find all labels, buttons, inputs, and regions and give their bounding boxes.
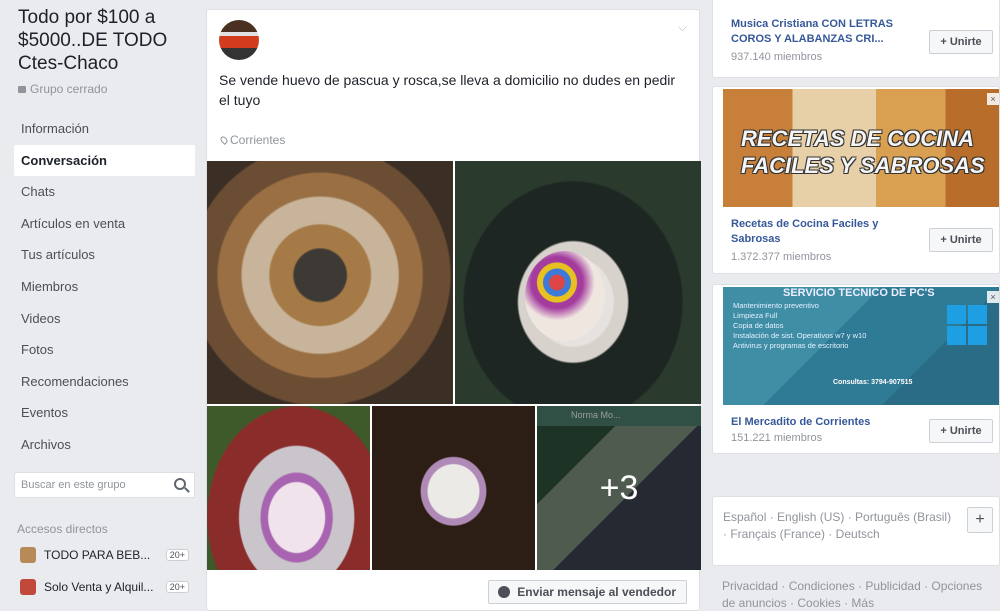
nav-item-chats[interactable]: Chats xyxy=(14,176,195,208)
egg-candies xyxy=(525,251,605,341)
shortcuts-heading: Accesos directos xyxy=(17,522,108,536)
cover-line: Limpieza Full xyxy=(733,311,778,320)
search-icon[interactable] xyxy=(174,478,186,490)
post-location[interactable]: Corrientes xyxy=(219,133,286,147)
close-icon[interactable]: × xyxy=(987,93,999,105)
shortcut-count-badge: 20+ xyxy=(165,581,189,593)
language-links[interactable]: Español · English (US) · Português (Bras… xyxy=(723,509,953,543)
shortcut-avatar xyxy=(20,547,36,563)
cover-line: Copia de datos xyxy=(733,321,784,330)
group-type-label: Grupo cerrado xyxy=(30,82,108,96)
shortcut-label: TODO PARA BEB... xyxy=(44,548,151,562)
group-nav: Información Conversación Chats Artículos… xyxy=(14,113,195,461)
nav-item-conversacion[interactable]: Conversación xyxy=(14,144,195,177)
cover-image-lines: Mantenimiento preventivo Limpieza Full C… xyxy=(733,301,866,351)
shortcut-item[interactable]: Solo Venta y Alquil... 20+ xyxy=(14,574,195,600)
cover-image-title: SERVICIO TECNICO DE PC'S xyxy=(783,287,935,299)
cover-line: Antivirus y programas de escritorio xyxy=(733,341,849,350)
suggested-group-title[interactable]: Musica Cristiana CON LETRAS COROS Y ALAB… xyxy=(731,17,916,47)
search-input[interactable] xyxy=(15,473,165,497)
post-text: Se vende huevo de pascua y rosca,se llev… xyxy=(219,72,676,108)
post-card: ⌵ Se vende huevo de pascua y rosca,se ll… xyxy=(206,9,701,611)
join-group-button[interactable]: + Unirte xyxy=(929,419,993,443)
nav-item-videos[interactable]: Videos xyxy=(14,303,195,335)
cover-line: Instalación de sist. Operativos w7 y w10 xyxy=(733,331,867,340)
nav-item-miembros[interactable]: Miembros xyxy=(14,271,195,303)
nav-item-articulos-en-venta[interactable]: Artículos en venta xyxy=(14,208,195,240)
location-pin-icon xyxy=(219,135,229,145)
nav-item-informacion[interactable]: Información xyxy=(14,113,195,145)
group-cover-image[interactable]: SERVICIO TECNICO DE PC'S Mantenimiento p… xyxy=(723,287,999,405)
join-group-button[interactable]: + Unirte xyxy=(929,228,993,252)
suggested-group-card: SERVICIO TECNICO DE PC'S Mantenimiento p… xyxy=(712,284,1000,454)
language-selector: Español · English (US) · Português (Bras… xyxy=(712,496,1000,566)
nav-item-recomendaciones[interactable]: Recomendaciones xyxy=(14,366,195,398)
nav-item-archivos[interactable]: Archivos xyxy=(14,429,195,461)
shortcut-avatar xyxy=(20,579,36,595)
shortcut-label: Solo Venta y Alquil... xyxy=(44,580,154,594)
left-sidebar: Todo por $100 a $5000..DE TODO Ctes-Chac… xyxy=(0,0,200,611)
group-title[interactable]: Todo por $100 a $5000..DE TODO Ctes-Chac… xyxy=(18,6,188,75)
shortcut-item[interactable]: TODO PARA BEB... 20+ xyxy=(14,542,195,568)
nav-item-tus-articulos[interactable]: Tus artículos xyxy=(14,239,195,271)
group-cover-image[interactable]: RECETAS DE COCINA FACILES Y SABROSAS × xyxy=(723,89,999,207)
messenger-icon xyxy=(498,586,511,598)
chevron-down-icon[interactable]: ⌵ xyxy=(678,20,687,35)
photo-rosca[interactable] xyxy=(207,161,453,404)
nav-item-fotos[interactable]: Fotos xyxy=(14,334,195,366)
photo-more[interactable]: Norma Mo... +3 xyxy=(537,406,701,570)
more-photos-count: +3 xyxy=(599,468,639,507)
photo-egg-purple-flower[interactable] xyxy=(207,406,370,570)
join-group-button[interactable]: + Unirte xyxy=(929,30,993,54)
author-avatar[interactable] xyxy=(219,20,259,60)
add-language-button[interactable]: + xyxy=(967,507,993,533)
cover-image-phone: Consultas: 3794-907515 xyxy=(833,379,913,386)
shortcut-count-badge: 20+ xyxy=(165,549,189,561)
location-label: Corrientes xyxy=(230,133,286,147)
cover-image-text: RECETAS DE COCINA FACILES Y SABROSAS xyxy=(741,126,985,178)
nav-item-eventos[interactable]: Eventos xyxy=(14,397,195,429)
group-privacy: Grupo cerrado xyxy=(18,82,107,96)
suggested-group-title[interactable]: El Mercadito de Corrientes xyxy=(731,415,916,430)
suggested-group-title[interactable]: Recetas de Cocina Faciles y Sabrosas xyxy=(731,217,916,247)
message-seller-button[interactable]: Enviar mensaje al vendedor xyxy=(488,580,687,604)
suggested-group-members: 151.221 miembros xyxy=(731,432,823,444)
suggested-group-card: Musica Cristiana CON LETRAS COROS Y ALAB… xyxy=(712,0,1000,78)
close-icon[interactable]: × xyxy=(987,291,999,303)
lock-icon xyxy=(18,86,26,93)
photo-egg-bunny[interactable] xyxy=(372,406,535,570)
cover-line: Mantenimiento preventivo xyxy=(733,301,819,310)
suggested-group-members: 937.140 miembros xyxy=(731,51,823,63)
footer-links[interactable]: Privacidad · Condiciones · Publicidad · … xyxy=(722,578,992,611)
group-search xyxy=(14,472,195,498)
windows-logo-icon xyxy=(947,305,987,345)
photo-easter-egg[interactable] xyxy=(455,161,701,404)
suggested-group-members: 1.372.377 miembros xyxy=(731,251,832,263)
message-seller-label: Enviar mensaje al vendedor xyxy=(517,585,676,599)
suggested-group-card: RECETAS DE COCINA FACILES Y SABROSAS × R… xyxy=(712,86,1000,274)
